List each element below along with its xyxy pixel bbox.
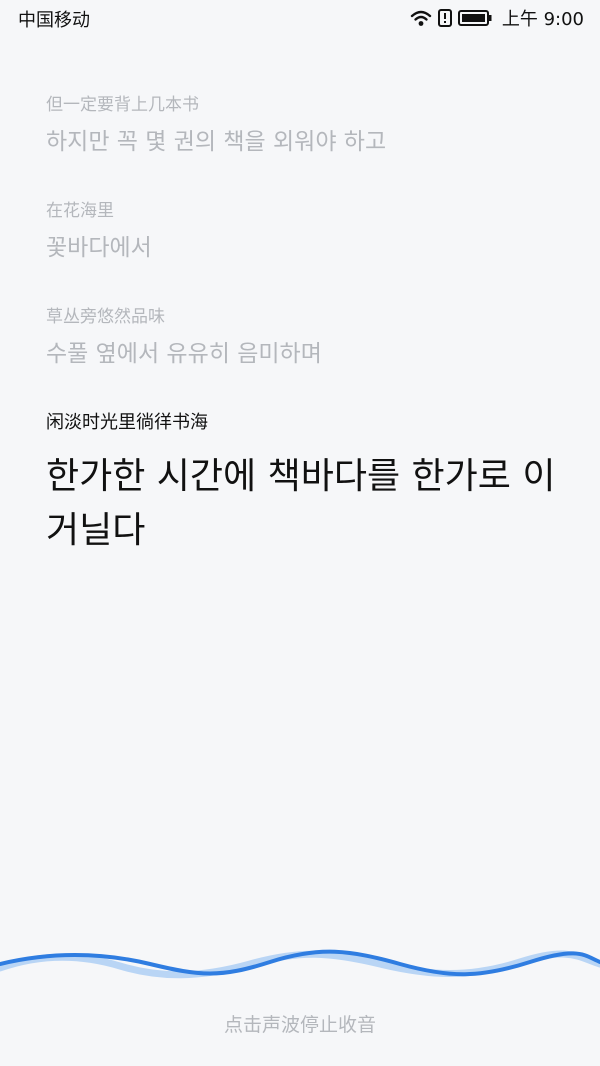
stop-recording-hint[interactable]: 点击声波停止收音	[0, 1010, 600, 1037]
transcript-area: 但一定要背上几本书 하지만 꼭 몇 권의 책을 외워야 하고 在花海里 꽃바다에…	[46, 92, 566, 596]
current-transcript-pair: 闲淡时光里徜徉书海 한가한 시간에 책바다를 한가로 이 거닐다	[46, 410, 566, 558]
sound-wave-icon	[0, 949, 600, 979]
wifi-icon	[410, 9, 432, 27]
transcript-pair: 草丛旁悠然品味 수풀 옆에서 유유히 음미하며	[46, 304, 566, 372]
sound-wave-button[interactable]	[0, 928, 600, 998]
translation-text: 꽃바다에서	[46, 235, 152, 261]
translation-text: 하지만 꼭 몇 권의 책을 외워야 하고	[46, 129, 387, 155]
source-text: 但一定要背上几本书	[46, 95, 199, 115]
translation-text: 수풀 옆에서 유유히 음미하며	[46, 341, 322, 367]
current-source-text: 闲淡时光里徜徉书海	[46, 412, 208, 433]
alert-badge-icon	[437, 9, 452, 27]
source-text: 在花海里	[46, 201, 114, 221]
status-bar: 中国移动 上午 9:00	[0, 0, 600, 34]
battery-icon	[457, 9, 492, 27]
carrier-name: 中国移动	[18, 10, 90, 31]
status-icons: 上午 9:00	[410, 5, 584, 31]
transcript-pair: 在花海里 꽃바다에서	[46, 198, 566, 266]
transcript-pair: 但一定要背上几本书 하지만 꼭 몇 권의 책을 외워야 하고	[46, 92, 566, 160]
status-time: 上午 9:00	[501, 9, 584, 30]
source-text: 草丛旁悠然品味	[46, 307, 165, 327]
current-translation-text: 한가한 시간에 책바다를 한가로 이 거닐다	[46, 456, 556, 551]
